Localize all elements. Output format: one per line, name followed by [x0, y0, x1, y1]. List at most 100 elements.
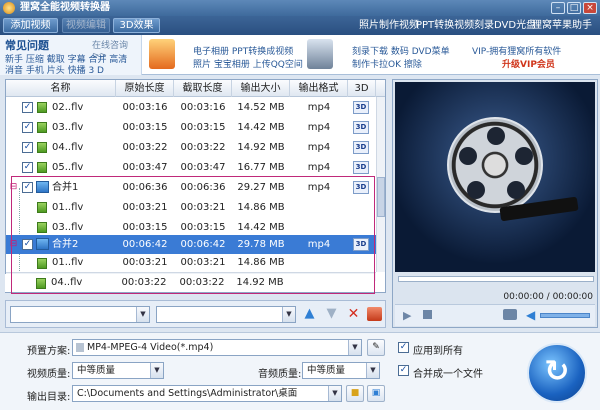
faq-row-2[interactable]: 消音 手机 片头 快播 3 D — [5, 63, 104, 76]
delete-icon[interactable]: ✕ — [346, 307, 361, 321]
chevron-down-icon[interactable]: ▼ — [348, 340, 361, 355]
burn-dvd-link[interactable]: 刻录DVD光盘 — [474, 16, 536, 35]
merge-group-row-selected[interactable]: ⊟ ✓ 合并2 00:06:42 00:06:42 29.78 MB mp4 3… — [6, 235, 376, 254]
chevron-down-icon[interactable]: ▼ — [150, 363, 163, 378]
file-name: 02..flv — [52, 102, 84, 113]
snapshot-icon[interactable] — [503, 309, 517, 320]
col-name[interactable]: 名称 — [6, 80, 116, 97]
video-file-icon — [37, 222, 47, 233]
browse-folder-icon[interactable]: ■ — [346, 385, 364, 402]
apple-helper-link[interactable]: 狸窝苹果助手 — [532, 16, 592, 35]
move-down-icon[interactable]: ▼ — [324, 307, 339, 321]
volume-icon[interactable]: ◀ — [526, 308, 535, 322]
list-view-dropdown[interactable]: ▼ — [10, 306, 150, 323]
ppt-album-icon[interactable] — [149, 39, 175, 69]
row-checkbox[interactable]: ✓ — [22, 122, 33, 133]
3d-toggle-icon[interactable]: 3D — [353, 101, 369, 114]
audio-quality-dropdown[interactable]: 中等质量 ▼ — [302, 362, 380, 379]
file-list-panel: 名称 原始长度 截取长度 输出大小 输出格式 3D ✓ 02..flv 00:0… — [5, 79, 386, 293]
table-row[interactable]: 04..flv 00:03:22 00:03:22 14.92 MB — [5, 274, 375, 292]
maximize-button[interactable]: □ — [567, 2, 581, 14]
cut-length: 00:03:16 — [180, 102, 226, 113]
row-checkbox[interactable]: ✓ — [22, 142, 33, 153]
row-checkbox[interactable]: ✓ — [22, 102, 33, 113]
3d-toggle-icon[interactable]: 3D — [353, 181, 369, 194]
3d-toggle-icon[interactable]: 3D — [353, 161, 369, 174]
output-size: 29.27 MB — [237, 182, 285, 193]
preview-screen — [395, 82, 595, 272]
col-output-format[interactable]: 输出格式 — [290, 80, 348, 97]
chevron-down-icon[interactable]: ▼ — [366, 363, 379, 378]
close-button[interactable]: × — [583, 2, 597, 14]
3d-toggle-icon[interactable]: 3D — [353, 121, 369, 134]
audio-track-dropdown[interactable]: ▼ — [156, 306, 296, 323]
video-edit-button[interactable]: 视频编辑 — [62, 18, 110, 33]
add-video-button[interactable]: 添加视频 — [3, 18, 58, 33]
apply-all-label: 应用到所有 — [413, 346, 463, 357]
stop-icon[interactable] — [423, 310, 432, 319]
upgrade-vip-link[interactable]: 升级VIP会员 — [502, 57, 555, 70]
table-row[interactable]: ✓ 03..flv 00:03:15 00:03:15 14.42 MB mp4… — [6, 118, 376, 137]
reel-hole — [487, 127, 505, 145]
scrollbar-thumb[interactable] — [377, 177, 385, 217]
vertical-scrollbar[interactable] — [376, 97, 385, 272]
table-row[interactable]: 01..flv 00:03:21 00:03:21 14.86 MB — [6, 198, 376, 217]
format-icon — [76, 343, 84, 352]
3d-effect-button[interactable]: 3D效果 — [113, 18, 160, 33]
3d-toggle-icon[interactable]: 3D — [353, 238, 369, 251]
output-settings: 预置方案: MP4-MPEG-4 Video(*.mp4) ▼ ✎ ✓ 应用到所… — [0, 332, 600, 410]
output-format: mp4 — [307, 142, 331, 153]
col-original-length[interactable]: 原始长度 — [116, 80, 174, 97]
cut-length: 00:06:42 — [180, 239, 226, 250]
ppt-to-video-link[interactable]: PPT转换视频 — [416, 16, 474, 35]
output-size: 14.42 MB — [237, 122, 285, 133]
table-row[interactable]: ✓ 02..flv 00:03:16 00:03:16 14.52 MB mp4… — [6, 98, 376, 117]
window-title: 狸窝全能视频转换器 — [20, 2, 110, 13]
video-quality-dropdown[interactable]: 中等质量 ▼ — [72, 362, 164, 379]
player-controls: ▶ ◀ — [395, 304, 595, 326]
row-checkbox[interactable]: ✓ — [22, 162, 33, 173]
play-icon[interactable]: ▶ — [403, 309, 411, 322]
col-cut-length[interactable]: 截取长度 — [174, 80, 232, 97]
col-output-size[interactable]: 输出大小 — [232, 80, 290, 97]
chevron-down-icon[interactable]: ▼ — [136, 307, 149, 322]
col-3d[interactable]: 3D — [348, 80, 376, 97]
output-dir-field[interactable]: C:\Documents and Settings\Administrator\… — [72, 385, 342, 402]
merge-group-icon — [36, 181, 49, 193]
row-checkbox[interactable]: ✓ — [22, 239, 33, 250]
photo-to-video-link[interactable]: 照片制作视频 — [359, 16, 419, 35]
video-file-icon — [37, 102, 47, 113]
minimize-button[interactable]: – — [551, 2, 565, 14]
merge-one-file-checkbox[interactable]: ✓ — [398, 365, 409, 376]
promo-album-line1[interactable]: 电子相册 PPT转换成视频 — [193, 44, 293, 57]
preset-dropdown[interactable]: MP4-MPEG-4 Video(*.mp4) ▼ — [72, 339, 362, 356]
row-checkbox[interactable]: ✓ — [22, 182, 33, 193]
chevron-down-icon[interactable]: ▼ — [328, 386, 341, 401]
chevron-down-icon[interactable]: ▼ — [282, 307, 295, 322]
merge-group-row[interactable]: ⊟ ✓ 合并1 00:06:36 00:06:36 29.27 MB mp4 3… — [6, 178, 376, 197]
output-size: 29.78 MB — [237, 239, 285, 250]
table-row[interactable]: ✓ 05..flv 00:03:47 00:03:47 16.77 MB mp4… — [6, 158, 376, 177]
promo-album-line2[interactable]: 照片 宝宝相册 上传QQ空间 — [193, 57, 303, 70]
dvd-burn-icon[interactable] — [307, 39, 333, 69]
move-up-icon[interactable]: ▲ — [302, 307, 317, 321]
vip-promo-text[interactable]: VIP-拥有狸窝所有软件 — [472, 44, 561, 57]
3d-toggle-icon[interactable]: 3D — [353, 141, 369, 154]
collapse-toggle-icon[interactable]: ⊟ — [9, 183, 18, 192]
promo-dvd-line2[interactable]: 制作卡拉OK 擦除 — [352, 57, 422, 70]
promo-dvd-line1[interactable]: 刻录下载 数码 DVD菜单 — [352, 44, 450, 57]
reel-hole — [507, 181, 525, 199]
output-format: mp4 — [307, 102, 331, 113]
original-length: 00:03:22 — [121, 277, 167, 288]
clear-list-icon[interactable] — [367, 307, 382, 321]
collapse-toggle-icon[interactable]: ⊟ — [9, 240, 18, 249]
table-row[interactable]: 01..flv 00:03:21 00:03:21 14.86 MB — [6, 254, 376, 272]
table-row[interactable]: ✓ 04..flv 00:03:22 00:03:22 14.92 MB mp4… — [6, 138, 376, 157]
apply-all-checkbox[interactable]: ✓ — [398, 342, 409, 353]
volume-slider[interactable] — [540, 313, 590, 318]
start-convert-button[interactable]: ↻ — [527, 343, 587, 403]
seek-bar[interactable] — [398, 276, 594, 282]
output-format: mp4 — [307, 162, 331, 173]
preset-settings-icon[interactable]: ✎ — [367, 339, 385, 356]
open-folder-icon[interactable]: ▣ — [367, 385, 385, 402]
